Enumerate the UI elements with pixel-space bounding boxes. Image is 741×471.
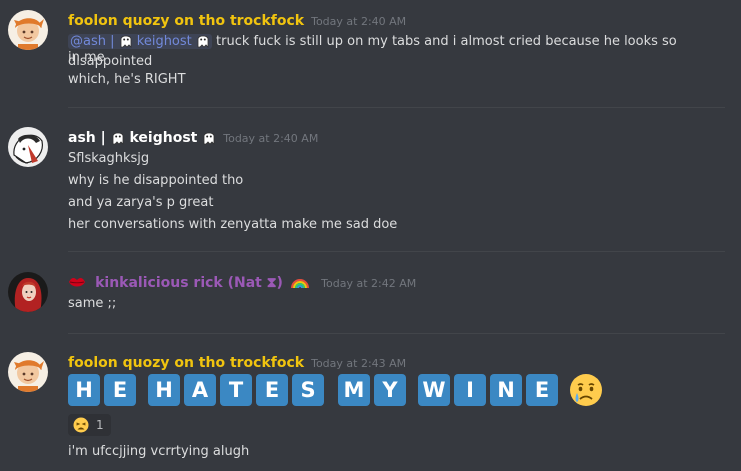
- divider: [68, 251, 725, 252]
- message-text: and ya zarya's p great: [68, 195, 214, 210]
- username[interactable]: foolon quozy on tho trockfock: [68, 355, 304, 371]
- message-text: in me: [68, 50, 105, 65]
- timestamp[interactable]: Today at 2:43 AM: [311, 357, 406, 370]
- ghost-icon: [203, 132, 215, 145]
- lips-icon: [69, 278, 85, 287]
- letter-tile: E: [104, 374, 136, 406]
- letter-tile: E: [256, 374, 288, 406]
- message-text: why is he disappointed tho: [68, 173, 244, 188]
- avatar[interactable]: [8, 10, 48, 50]
- message-text: Sflskaghksjg: [68, 151, 150, 166]
- timestamp[interactable]: Today at 2:40 AM: [223, 132, 318, 145]
- message-text: her conversations with zenyatta make me …: [68, 217, 398, 232]
- ghost-icon: [197, 35, 209, 48]
- reaction[interactable]: 1: [68, 414, 111, 436]
- divider: [68, 333, 725, 334]
- message-group: kinkalicious rick (Nat ⧗) Today at 2:42 …: [0, 272, 741, 316]
- message-text: i'm ufccjjing vcrrtying alugh: [68, 444, 250, 459]
- chat-area: foolon quozy on tho trockfock Today at 2:…: [0, 0, 741, 471]
- letter-tile: A: [184, 374, 216, 406]
- letter-tile: I: [454, 374, 486, 406]
- crying-face-icon: [570, 374, 602, 406]
- ghost-icon: [112, 132, 124, 145]
- message-group: foolon quozy on tho trockfock Today at 2:…: [0, 352, 741, 470]
- avatar[interactable]: [8, 127, 48, 167]
- letter-tile: W: [418, 374, 450, 406]
- avatar[interactable]: [8, 352, 48, 392]
- message-header: foolon quozy on tho trockfock Today at 2:…: [68, 352, 406, 372]
- message-group: ash | keighost Today at 2:40 AM Sflskagh…: [0, 127, 741, 237]
- message-group: foolon quozy on tho trockfock Today at 2:…: [0, 10, 741, 90]
- letter-tile: E: [526, 374, 558, 406]
- ghost-icon: [120, 35, 132, 48]
- message-header: foolon quozy on tho trockfock Today at 2:…: [68, 10, 406, 30]
- avatar[interactable]: [8, 272, 48, 312]
- username[interactable]: ash | keighost: [68, 130, 216, 146]
- divider: [68, 107, 725, 108]
- timestamp[interactable]: Today at 2:40 AM: [311, 15, 406, 28]
- letter-tile: Y: [374, 374, 406, 406]
- timestamp[interactable]: Today at 2:42 AM: [321, 277, 416, 290]
- letter-tile: H: [148, 374, 180, 406]
- message-text: same ;;: [68, 296, 117, 311]
- message-header: kinkalicious rick (Nat ⧗) Today at 2:42 …: [68, 272, 416, 292]
- username[interactable]: kinkalicious rick (Nat ⧗): [95, 275, 283, 291]
- weary-face-icon: [73, 417, 89, 433]
- message-text: which, he's RIGHT: [68, 72, 186, 87]
- letter-tile: H: [68, 374, 100, 406]
- rainbow-icon: [291, 279, 310, 289]
- letter-tile: N: [490, 374, 522, 406]
- user-mention[interactable]: @ash | keighost: [68, 34, 212, 49]
- message-header: ash | keighost Today at 2:40 AM: [68, 127, 318, 147]
- letter-tile: T: [220, 374, 252, 406]
- reaction-count: 1: [96, 418, 104, 432]
- letter-tile: S: [292, 374, 324, 406]
- letter-tile: M: [338, 374, 370, 406]
- username[interactable]: foolon quozy on tho trockfock: [68, 13, 304, 29]
